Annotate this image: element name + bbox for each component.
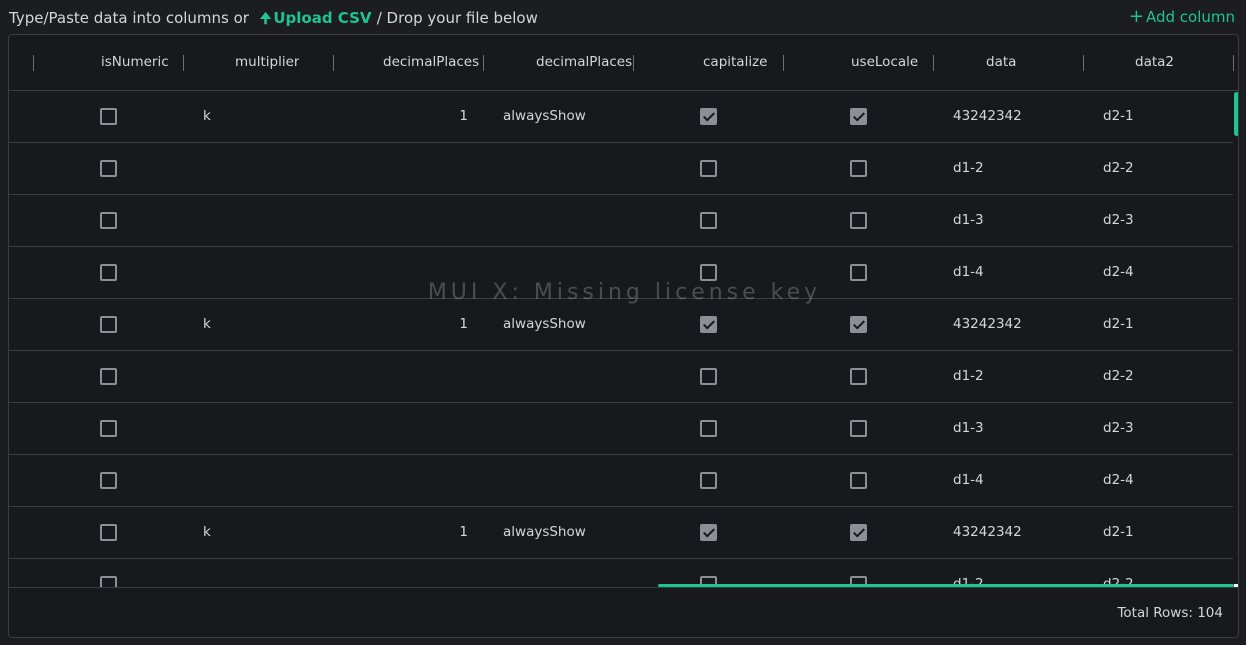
column-header-isNumeric[interactable]: isNumeric — [101, 35, 169, 90]
checkbox-empty-icon[interactable] — [850, 368, 867, 385]
cell-multiplier[interactable]: k — [203, 507, 211, 558]
column-header-decimalPlaces[interactable]: decimalPlaces — [383, 35, 479, 90]
vertical-scrollbar[interactable] — [1234, 92, 1238, 136]
cell-data2[interactable]: d2-1 — [1103, 299, 1134, 350]
cell-data[interactable]: d1-4 — [953, 455, 984, 506]
grid-header: isNumeric multiplier decimalPlaces decim… — [9, 35, 1238, 91]
checkbox-empty-icon[interactable] — [100, 160, 117, 177]
checkbox-empty-icon[interactable] — [100, 212, 117, 229]
table-row[interactable]: d1-2 d2-2 — [9, 143, 1233, 195]
cell-data[interactable]: d1-2 — [953, 351, 984, 402]
checkbox-checked-icon[interactable] — [850, 316, 867, 333]
cell-data[interactable]: d1-2 — [953, 143, 984, 194]
column-separator[interactable] — [483, 55, 484, 71]
column-separator[interactable] — [33, 55, 34, 71]
upload-arrow-icon: 🠉 — [259, 11, 272, 27]
column-header-data2[interactable]: data2 — [1135, 35, 1174, 90]
add-column-button[interactable]: + Add column — [1128, 6, 1235, 27]
checkbox-empty-icon[interactable] — [850, 264, 867, 281]
checkbox-empty-icon[interactable] — [100, 472, 117, 489]
cell-data2[interactable]: d2-1 — [1103, 91, 1134, 142]
upload-csv-label: Upload CSV — [273, 9, 372, 27]
grid-body: k 1 alwaysShow 43242342 d2-1 d1-2 d2-2 d1-3 d2-3… — [9, 91, 1233, 588]
checkbox-empty-icon[interactable] — [700, 472, 717, 489]
column-separator[interactable] — [1233, 55, 1234, 71]
checkbox-empty-icon[interactable] — [850, 420, 867, 437]
intro-text: Type/Paste data into columns or — [9, 9, 249, 27]
cell-data2[interactable]: d2-3 — [1103, 195, 1134, 246]
toolbar: Type/Paste data into columns or 🠉 Upload … — [0, 0, 1246, 34]
table-row[interactable]: k 1 alwaysShow 43242342 d2-1 — [9, 299, 1233, 351]
checkbox-checked-icon[interactable] — [700, 108, 717, 125]
table-row[interactable]: d1-2 d2-2 — [9, 351, 1233, 403]
cell-data2[interactable]: d2-4 — [1103, 247, 1134, 298]
add-column-label: Add column — [1145, 8, 1235, 26]
intro-line: Type/Paste data into columns or 🠉 Upload … — [9, 8, 538, 32]
checkbox-empty-icon[interactable] — [700, 264, 717, 281]
cell-decimalPlacesN[interactable]: alwaysShow — [503, 91, 586, 142]
checkbox-empty-icon[interactable] — [700, 160, 717, 177]
table-row[interactable]: d1-4 d2-4 — [9, 455, 1233, 507]
drop-text: / Drop your file below — [376, 9, 538, 27]
table-row[interactable]: d1-4 d2-4 — [9, 247, 1233, 299]
column-separator[interactable] — [783, 55, 784, 71]
grid-footer: Total Rows: 104 — [9, 587, 1238, 637]
cell-multiplier[interactable]: k — [203, 91, 211, 142]
checkbox-empty-icon[interactable] — [100, 108, 117, 125]
column-separator[interactable] — [333, 55, 334, 71]
cell-data2[interactable]: d2-2 — [1103, 351, 1134, 402]
checkbox-empty-icon[interactable] — [700, 368, 717, 385]
checkbox-empty-icon[interactable] — [850, 472, 867, 489]
table-row[interactable]: d1-3 d2-3 — [9, 403, 1233, 455]
cell-decimalPlaces[interactable]: 1 — [459, 507, 468, 558]
table-row[interactable]: d1-3 d2-3 — [9, 195, 1233, 247]
cell-decimalPlacesN[interactable]: alwaysShow — [503, 507, 586, 558]
table-row[interactable]: k 1 alwaysShow 43242342 d2-1 — [9, 507, 1233, 559]
cell-data[interactable]: d1-4 — [953, 247, 984, 298]
checkbox-empty-icon[interactable] — [100, 420, 117, 437]
column-header-decimalPlacesN[interactable]: decimalPlacesN — [536, 35, 634, 90]
checkbox-checked-icon[interactable] — [850, 108, 867, 125]
checkbox-empty-icon[interactable] — [100, 524, 117, 541]
cell-data[interactable]: d1-3 — [953, 195, 984, 246]
upload-csv-button[interactable]: 🠉 Upload CSV — [260, 9, 377, 27]
column-separator[interactable] — [1083, 55, 1084, 71]
cell-multiplier[interactable]: k — [203, 299, 211, 350]
checkbox-empty-icon[interactable] — [100, 368, 117, 385]
cell-decimalPlaces[interactable]: 1 — [459, 91, 468, 142]
cell-data2[interactable]: d2-3 — [1103, 403, 1134, 454]
column-header-useLocale[interactable]: useLocale — [851, 35, 918, 90]
table-row[interactable]: k 1 alwaysShow 43242342 d2-1 — [9, 91, 1233, 143]
checkbox-empty-icon[interactable] — [100, 316, 117, 333]
column-separator[interactable] — [933, 55, 934, 71]
checkbox-checked-icon[interactable] — [850, 524, 867, 541]
column-separator[interactable] — [183, 55, 184, 71]
checkbox-empty-icon[interactable] — [700, 212, 717, 229]
plus-icon: + — [1128, 6, 1144, 27]
column-header-capitalize[interactable]: capitalize — [703, 35, 767, 90]
column-separator[interactable] — [633, 55, 634, 71]
total-rows: Total Rows: 104 — [1117, 605, 1223, 621]
cell-decimalPlaces[interactable]: 1 — [459, 299, 468, 350]
cell-data[interactable]: d1-3 — [953, 403, 984, 454]
checkbox-checked-icon[interactable] — [700, 316, 717, 333]
checkbox-checked-icon[interactable] — [700, 524, 717, 541]
column-header-data[interactable]: data — [986, 35, 1016, 90]
column-header-multiplier[interactable]: multiplier — [235, 35, 299, 90]
checkbox-empty-icon[interactable] — [100, 264, 117, 281]
checkbox-empty-icon[interactable] — [700, 420, 717, 437]
cell-data[interactable]: 43242342 — [953, 507, 1022, 558]
checkbox-empty-icon[interactable] — [850, 212, 867, 229]
cell-data2[interactable]: d2-1 — [1103, 507, 1134, 558]
data-grid: isNumeric multiplier decimalPlaces decim… — [8, 34, 1239, 638]
cell-data[interactable]: 43242342 — [953, 299, 1022, 350]
checkbox-empty-icon[interactable] — [850, 160, 867, 177]
cell-data2[interactable]: d2-4 — [1103, 455, 1134, 506]
cell-data2[interactable]: d2-2 — [1103, 143, 1134, 194]
cell-data[interactable]: 43242342 — [953, 91, 1022, 142]
cell-decimalPlacesN[interactable]: alwaysShow — [503, 299, 586, 350]
